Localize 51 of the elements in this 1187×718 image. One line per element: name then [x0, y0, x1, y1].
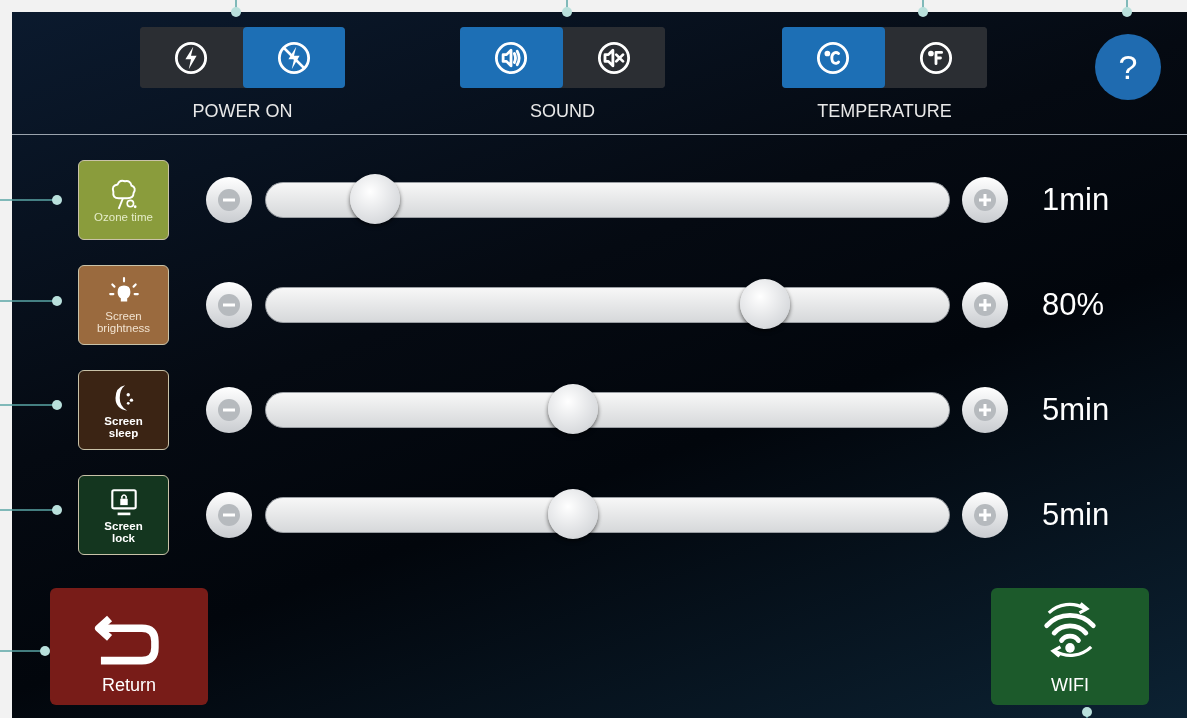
leader-line	[562, 0, 572, 17]
setting-value: 1min	[1042, 180, 1110, 219]
slider-thumb[interactable]	[548, 489, 599, 539]
plus-icon	[973, 503, 997, 527]
increase-button[interactable]	[962, 177, 1008, 223]
leader-line	[0, 195, 62, 205]
setting-tile-button[interactable]: Screen sleep	[78, 370, 169, 450]
setting-value: 5min	[1042, 495, 1110, 534]
minus-icon	[217, 188, 241, 212]
leader-line	[918, 0, 928, 17]
leader-line	[0, 646, 50, 656]
power-icon	[173, 39, 210, 76]
increase-button[interactable]	[962, 282, 1008, 328]
leader-line	[1122, 0, 1132, 17]
return-button[interactable]: Return	[50, 588, 208, 705]
help-button[interactable]: ?	[1095, 34, 1161, 100]
increase-button[interactable]	[962, 387, 1008, 433]
setting-tile-button[interactable]: Screen brightness	[78, 265, 169, 345]
minus-icon	[217, 293, 241, 317]
slider-thumb[interactable]	[739, 279, 790, 329]
celsius-icon	[815, 39, 852, 76]
toggle-label: POWER ON	[192, 100, 293, 123]
power-off-icon	[275, 39, 312, 76]
toggle-option[interactable]	[782, 27, 885, 88]
decrease-button[interactable]	[206, 492, 252, 538]
decrease-button[interactable]	[206, 177, 252, 223]
setting-tile-button[interactable]: Screen lock	[78, 475, 169, 555]
toggle-label: SOUND	[530, 100, 595, 123]
leader-line	[0, 296, 62, 306]
decrease-button[interactable]	[206, 282, 252, 328]
minus-icon	[217, 398, 241, 422]
fahrenheit-icon	[917, 39, 954, 76]
increase-button[interactable]	[962, 492, 1008, 538]
slider-thumb[interactable]	[350, 174, 401, 224]
toggle-option[interactable]	[242, 27, 345, 88]
wifi-button[interactable]: WIFI	[991, 588, 1149, 705]
leader-line	[0, 505, 62, 515]
speaker-icon	[493, 39, 530, 76]
mute-icon	[595, 39, 632, 76]
setting-value: 5min	[1042, 390, 1110, 429]
setting-value: 80%	[1042, 285, 1105, 324]
toggle-option[interactable]	[460, 27, 563, 88]
toggle-label: TEMPERATURE	[817, 100, 952, 123]
minus-icon	[217, 503, 241, 527]
plus-icon	[973, 398, 997, 422]
slider-thumb[interactable]	[548, 384, 599, 434]
leader-line	[231, 0, 241, 17]
decrease-button[interactable]	[206, 387, 252, 433]
plus-icon	[973, 293, 997, 317]
leader-line	[0, 400, 62, 410]
plus-icon	[973, 188, 997, 212]
